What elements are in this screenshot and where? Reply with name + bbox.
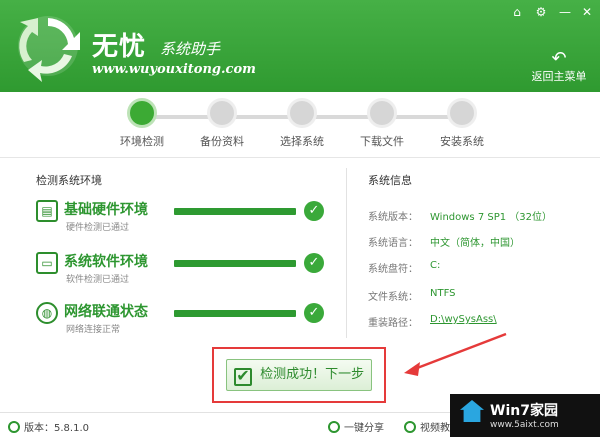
house-logo-icon <box>460 400 484 422</box>
info-value: Windows 7 SP1 （32位） <box>430 212 553 223</box>
check-passed-icon: ✓ <box>304 253 324 273</box>
info-key: 重装路径： <box>368 318 418 329</box>
share-icon <box>328 421 340 433</box>
check-software: ▭ 系统软件环境 软件检测已通过 ✓ <box>36 252 336 292</box>
check-subtitle: 网络连接正常 <box>66 325 121 335</box>
step-dot <box>207 98 237 128</box>
info-value: C: <box>430 260 441 271</box>
step-dot <box>127 98 157 128</box>
check-hardware: ▤ 基础硬件环境 硬件检测已通过 ✓ <box>36 200 336 240</box>
watermark-title: Win7家园 <box>490 403 558 419</box>
check-passed-icon: ✓ <box>304 303 324 323</box>
share-label: 一键分享 <box>344 423 384 434</box>
back-to-menu-label: 返回主菜单 <box>531 70 587 83</box>
step-label: 选择系统 <box>280 135 324 148</box>
gear-icon[interactable]: ⚙ <box>532 4 550 20</box>
brand-name: 无忧 <box>92 32 147 62</box>
return-arrow-icon: ↶ <box>551 48 567 69</box>
progress-steps: 环境检测 备份资料 选择系统 下载文件 安装系统 <box>100 92 520 154</box>
info-circle-icon <box>8 421 20 433</box>
video-tutorial-button[interactable]: 视频教 <box>404 419 450 434</box>
sysinfo-section-title: 系统信息 <box>368 174 412 187</box>
check-progress-bar <box>174 310 296 317</box>
version-info: 版本：5.8.1.0 <box>8 419 89 434</box>
info-value: NTFS <box>430 288 456 299</box>
app-header: 无忧 系统助手 www.wuyouxitong.com ⌂ ⚙ — ✕ ↶ 返回… <box>0 0 600 92</box>
step-label: 下载文件 <box>360 135 404 148</box>
minimize-icon[interactable]: — <box>556 4 574 20</box>
check-subtitle: 软件检测已通过 <box>66 275 130 285</box>
check-passed-icon: ✓ <box>304 201 324 221</box>
check-network: ◍ 网络联通状态 网络连接正常 ✓ <box>36 302 336 342</box>
info-key: 文件系统： <box>368 292 418 303</box>
highlight-frame: ✔ 检测成功！下一步 <box>212 347 386 403</box>
hardware-icon: ▤ <box>36 200 58 222</box>
close-icon[interactable]: ✕ <box>578 4 596 20</box>
check-title: 系统软件环境 <box>64 254 148 270</box>
step-select-system: 选择系统 <box>262 98 342 149</box>
info-key: 系统版本： <box>368 212 418 223</box>
site-url: www.wuyouxitong.com <box>92 62 256 77</box>
check-title: 基础硬件环境 <box>64 202 148 218</box>
next-step-button[interactable]: ✔ 检测成功！下一步 <box>226 359 372 391</box>
check-subtitle: 硬件检测已通过 <box>66 223 130 233</box>
info-key: 系统语言： <box>368 238 418 249</box>
step-dot <box>287 98 317 128</box>
check-progress-bar <box>174 260 296 267</box>
brand-subtitle: 系统助手 <box>160 40 221 58</box>
back-to-menu-button[interactable]: ↶ 返回主菜单 <box>524 50 594 84</box>
home-icon[interactable]: ⌂ <box>508 4 526 20</box>
step-label: 安装系统 <box>440 135 484 148</box>
step-dot <box>447 98 477 128</box>
watermark: Win7家园 www.5aixt.com <box>450 394 600 437</box>
info-key: 系统盘符： <box>368 264 418 275</box>
check-progress-bar <box>174 208 296 215</box>
step-dot <box>367 98 397 128</box>
recycle-arrows-logo-icon <box>18 16 80 82</box>
step-label: 环境检测 <box>120 135 164 148</box>
monitor-icon: ▭ <box>36 252 58 274</box>
video-label: 视频教 <box>420 423 450 434</box>
step-download: 下载文件 <box>342 98 422 149</box>
step-backup: 备份资料 <box>182 98 262 149</box>
version-label: 版本：5.8.1.0 <box>24 423 89 434</box>
install-path-link[interactable]: D:\wySysAss\ <box>430 314 497 325</box>
checkmark-icon: ✔ <box>233 368 252 386</box>
panel-divider <box>346 168 347 338</box>
step-environment-check: 环境检测 <box>102 98 182 149</box>
detect-section-title: 检测系统环境 <box>36 174 102 187</box>
video-icon <box>404 421 416 433</box>
watermark-url: www.5aixt.com <box>490 420 559 430</box>
share-button[interactable]: 一键分享 <box>328 419 384 434</box>
info-value: 中文（简体，中国） <box>430 238 520 249</box>
steps-divider <box>0 157 600 158</box>
next-step-label: 检测成功！下一步 <box>260 367 365 382</box>
check-title: 网络联通状态 <box>64 304 148 320</box>
globe-icon: ◍ <box>36 302 58 324</box>
step-install: 安装系统 <box>422 98 502 149</box>
step-label: 备份资料 <box>200 135 244 148</box>
